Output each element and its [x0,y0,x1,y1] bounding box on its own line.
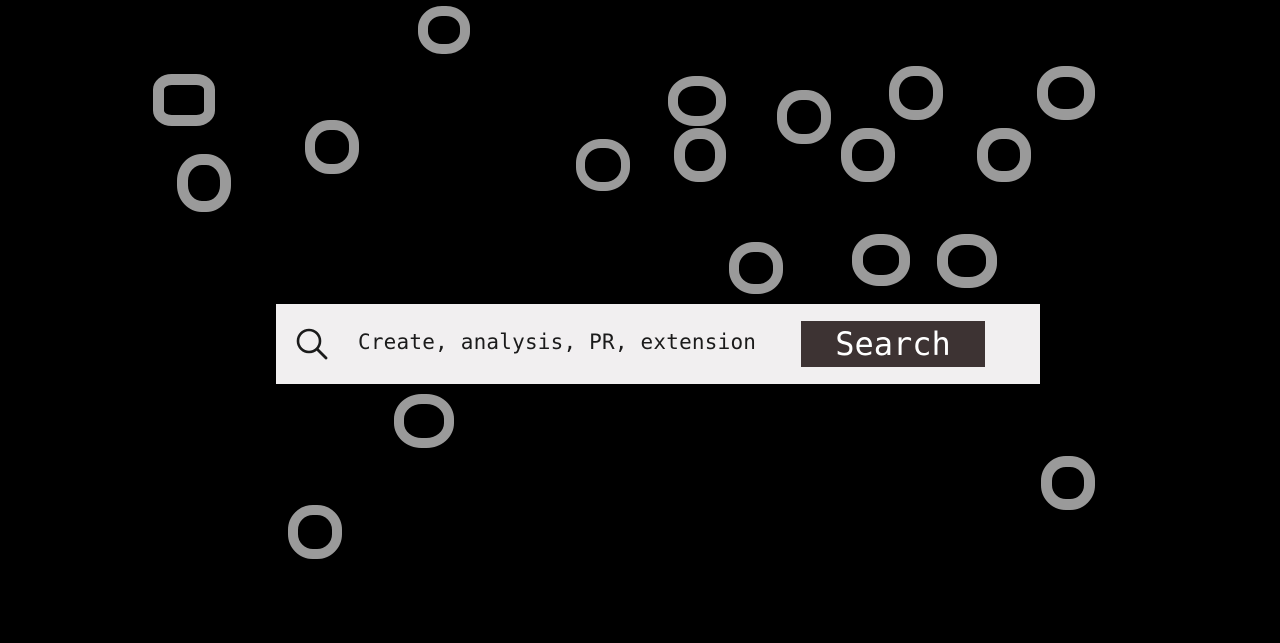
ring-icon [418,6,470,54]
ring-icon [668,76,726,126]
ring-icon [729,242,783,294]
ring-icon [777,90,831,144]
ring-icon [937,234,997,288]
ring-icon [674,128,726,182]
ring-icon [841,128,895,182]
search-button[interactable]: Search [801,321,985,367]
ring-icon [394,394,454,448]
ring-icon [889,66,943,120]
ring-icon [852,234,910,286]
search-icon[interactable] [294,326,330,362]
ring-icon [305,120,359,174]
ring-icon [1037,66,1095,120]
ring-icon [288,505,342,559]
ring-icon [977,128,1031,182]
page-background: Create, analysis, PR, extension Search [0,0,1280,643]
ring-icon [576,139,630,191]
ring-icon [153,74,215,126]
ring-icon [177,154,231,212]
search-bar: Create, analysis, PR, extension Search [276,304,1040,384]
search-input[interactable]: Create, analysis, PR, extension [358,330,756,354]
ring-icon [1041,456,1095,510]
